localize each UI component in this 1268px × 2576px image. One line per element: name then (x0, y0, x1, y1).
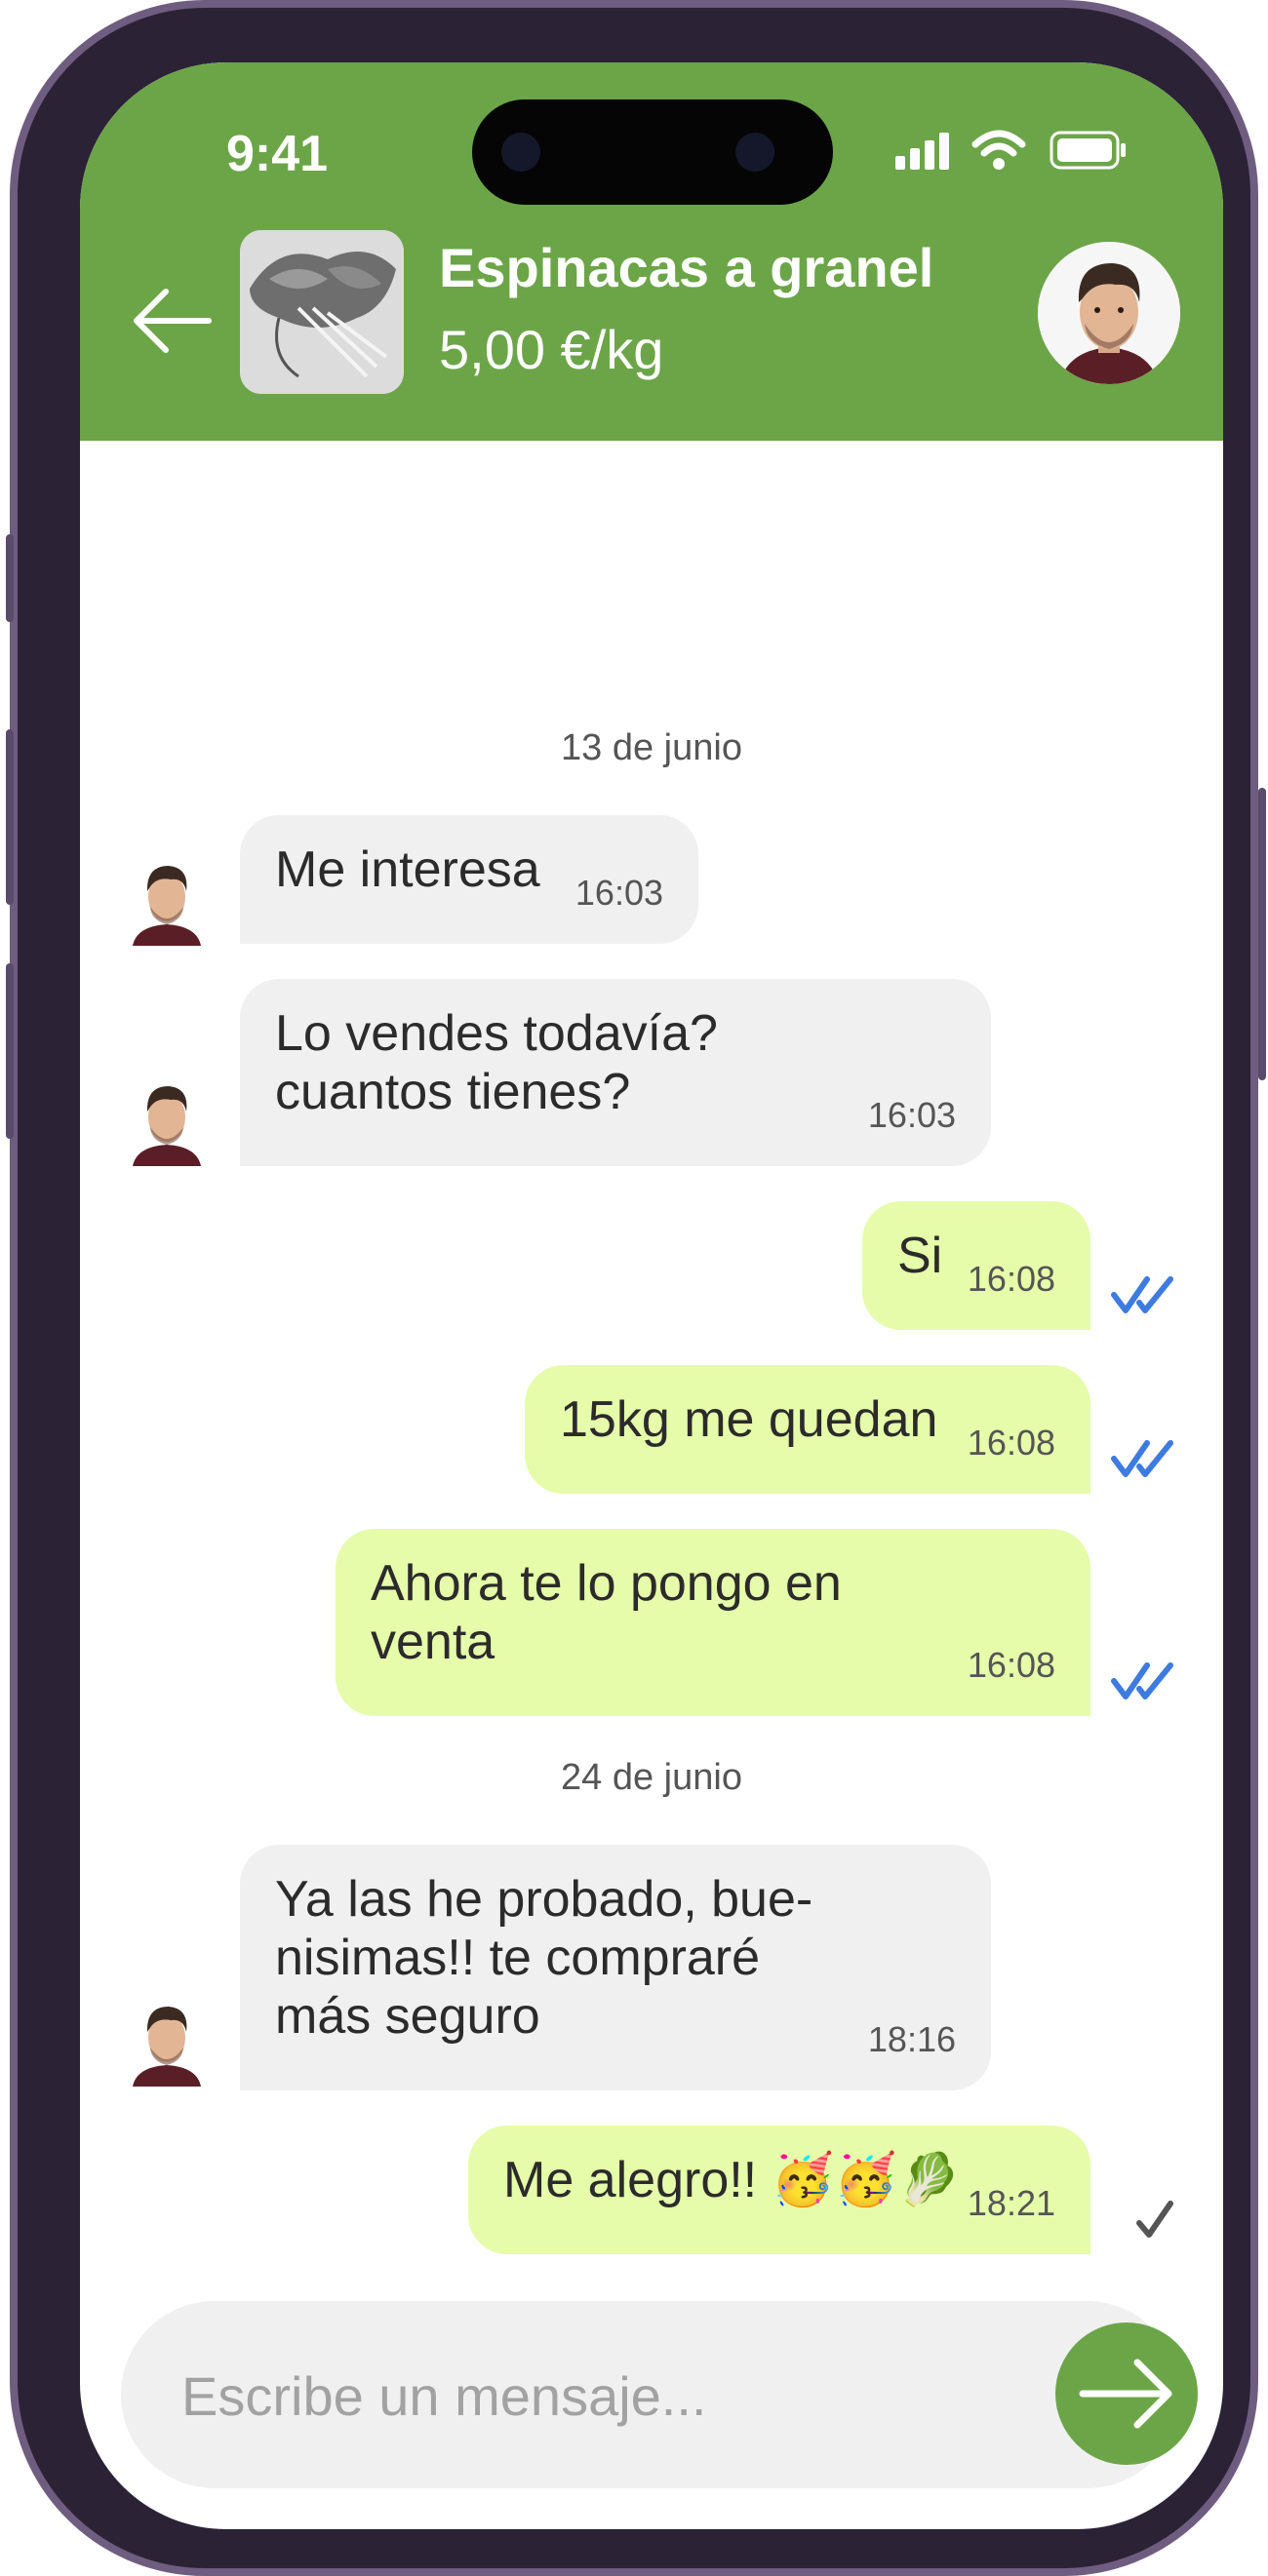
date-separator: 13 de junio (561, 727, 742, 768)
phone-frame: 9:41 Espinacas a granel 5,00 €/kg 13 de … (6, 0, 1266, 2576)
message-time: 16:03 (575, 873, 663, 913)
message-text: 15kg me quedan (560, 1391, 938, 1448)
avatar-image (133, 1086, 201, 1166)
status-time: 9:41 (226, 126, 329, 182)
chat-header: 9:41 Espinacas a granel 5,00 €/kg (80, 62, 1223, 441)
message-text: Lo vendes todavía? cuantos tienes? (275, 1005, 718, 1120)
sender-avatar (129, 1993, 205, 2087)
arrow-right-icon (1079, 2359, 1172, 2429)
avatar-image (133, 2007, 201, 2087)
double-check-icon (1111, 1276, 1173, 1313)
message-time: 18:21 (967, 2183, 1055, 2223)
message-time: 16:03 (867, 1095, 956, 1135)
product-price: 5,00 €/kg (439, 319, 664, 380)
message-text: Si (897, 1228, 943, 1284)
signal-icon (895, 133, 949, 170)
double-check-icon (1111, 1440, 1173, 1477)
contact-avatar[interactable] (1038, 242, 1180, 384)
message-bubble-outgoing[interactable]: 15kg me quedan 16:08 (525, 1365, 1090, 1494)
arrow-left-icon (134, 289, 212, 353)
send-button[interactable] (1055, 2322, 1198, 2465)
message-time: 16:08 (967, 1423, 1055, 1463)
message-input[interactable] (179, 2346, 964, 2445)
message-bubble-incoming[interactable]: Lo vendes todavía? cuantos tienes? 16:03 (240, 979, 991, 1166)
message-bubble-incoming[interactable]: Ya las he probado, bue- nisimas!! te com… (240, 1845, 991, 2090)
side-button (6, 963, 14, 1139)
single-check-icon (1136, 2201, 1173, 2238)
message-time: 18:16 (867, 2019, 956, 2059)
side-button (6, 534, 14, 622)
message-composer (121, 2301, 1198, 2488)
double-check-icon (1111, 1662, 1173, 1699)
product-title[interactable]: Espinacas a granel (439, 236, 933, 299)
message-time: 16:08 (967, 1259, 1055, 1299)
side-button (6, 729, 14, 905)
product-thumbnail[interactable] (240, 230, 404, 394)
back-button[interactable] (127, 277, 215, 365)
date-separator: 24 de junio (561, 1757, 742, 1798)
message-text: Me interesa (275, 841, 540, 898)
message-time: 16:08 (967, 1645, 1055, 1685)
avatar-image (133, 866, 201, 946)
sender-avatar (129, 1073, 205, 1166)
avatar-image (1038, 242, 1180, 384)
message-bubble-incoming[interactable]: Me interesa 16:03 (240, 815, 698, 944)
message-text: Me alegro!! 🥳🥳🥬 (503, 2152, 961, 2208)
sender-avatar (129, 852, 205, 946)
message-text: Ya las he probado, bue- nisimas!! te com… (275, 1871, 813, 2045)
app-screen: 9:41 Espinacas a granel 5,00 €/kg 13 de … (80, 62, 1223, 2529)
sensor-icon (735, 133, 774, 172)
battery-icon (1050, 131, 1126, 170)
spinach-image (240, 230, 404, 394)
wifi-icon (971, 130, 1026, 170)
dynamic-island (472, 99, 833, 205)
message-text: Ahora te lo pongo en venta (371, 1555, 842, 1670)
message-bubble-outgoing[interactable]: Ahora te lo pongo en venta 16:08 (336, 1529, 1090, 1716)
message-bubble-outgoing[interactable]: Me alegro!! 🥳🥳🥬 18:21 (468, 2126, 1090, 2254)
camera-icon (501, 133, 540, 172)
side-button (1258, 788, 1266, 1080)
message-bubble-outgoing[interactable]: Si 16:08 (862, 1201, 1090, 1330)
